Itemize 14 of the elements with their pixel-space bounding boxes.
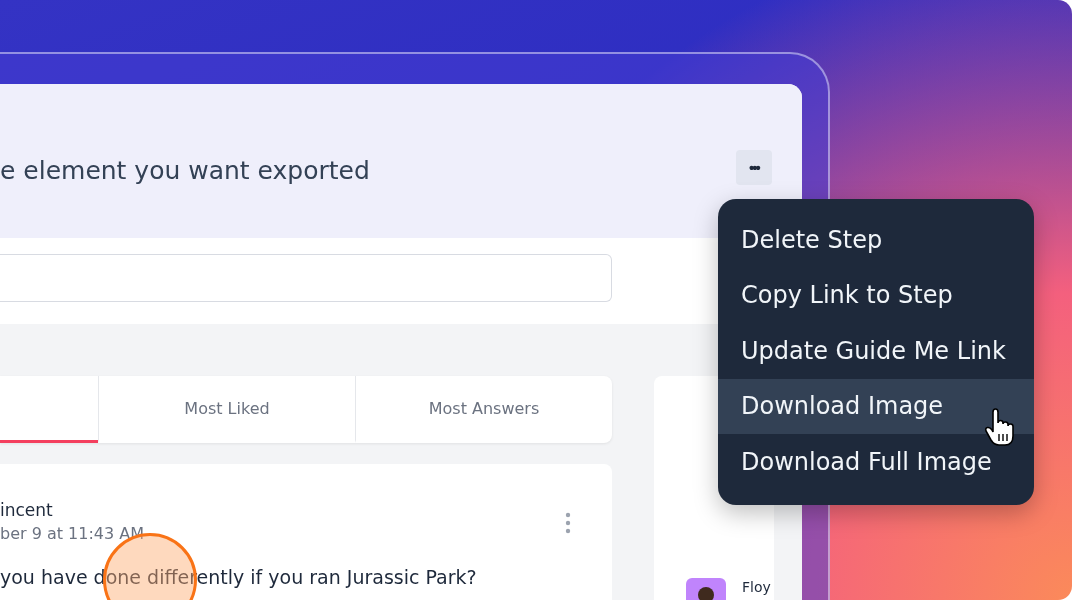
kebab-icon[interactable]: [564, 512, 572, 534]
menu-item[interactable]: Download Image: [718, 378, 1034, 434]
menu-item[interactable]: Download Full Image: [718, 434, 1034, 490]
menu-item[interactable]: Copy Link to Step: [718, 267, 1034, 323]
menu-item[interactable]: Update Guide Me Link: [718, 323, 1034, 379]
step-title: e element you want exported: [0, 155, 370, 185]
menu-item[interactable]: Delete Step: [718, 212, 1034, 268]
author-name: incent: [0, 499, 53, 522]
tab[interactable]: Most Answers: [355, 376, 612, 443]
more-button[interactable]: •••: [736, 149, 772, 185]
tab[interactable]: Most Liked: [98, 376, 355, 443]
user-name: Floy: [742, 578, 771, 596]
hand-cursor-icon: [984, 408, 1016, 448]
search-field[interactable]: [0, 254, 612, 302]
